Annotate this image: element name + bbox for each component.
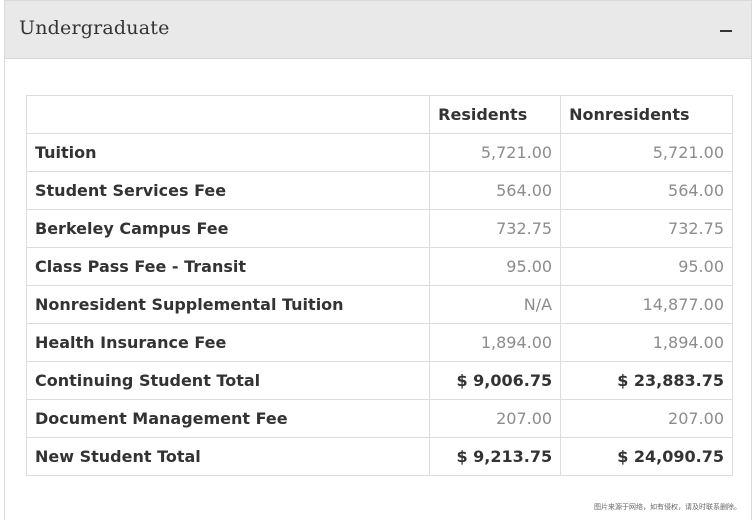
residents-amount: $ 9,213.75 <box>429 437 562 476</box>
nonresidents-amount: 14,877.00 <box>560 285 733 324</box>
watermark-text: 图片来源于网络，如有侵权，请及时联系删除。 <box>594 503 741 511</box>
fee-label: Document Management Fee <box>25 399 431 438</box>
residents-amount: 5,721.00 <box>429 133 562 172</box>
fee-label: New Student Total <box>25 437 431 476</box>
fee-label: Berkeley Campus Fee <box>25 209 431 248</box>
fees-table: Residents Nonresidents Tuition 5,721.00 5,… <box>25 95 733 476</box>
residents-amount: 1,894.00 <box>429 323 562 362</box>
panel-header[interactable]: Undergraduate <box>5 1 751 59</box>
nonresidents-amount: $ 23,883.75 <box>560 361 733 400</box>
table-row: Document Management Fee 207.00 207.00 <box>25 399 733 438</box>
panel-title: Undergraduate <box>19 17 170 39</box>
fee-rows: Tuition 5,721.00 5,721.00 Student Services … <box>25 133 733 476</box>
nonresidents-amount: 5,721.00 <box>560 133 733 172</box>
fee-label: Tuition <box>25 133 431 172</box>
table-row: Nonresident Supplemental Tuition N/A 14,87… <box>25 285 733 324</box>
table-row: Health Insurance Fee 1,894.00 1,894.00 <box>25 323 733 362</box>
fee-label: Student Services Fee <box>25 171 431 210</box>
residents-amount: 95.00 <box>429 247 562 286</box>
minus-icon-bar <box>720 30 732 32</box>
residents-amount: N/A <box>429 285 562 324</box>
table-row: Continuing Student Total $ 9,006.75 $ 23,8… <box>25 361 733 400</box>
table-row: Student Services Fee 564.00 564.00 <box>25 171 733 210</box>
table-row: Class Pass Fee - Transit 95.00 95.00 <box>25 247 733 286</box>
fee-label: Nonresident Supplemental Tuition <box>25 285 431 324</box>
header-residents: Residents <box>429 95 562 134</box>
nonresidents-amount: 95.00 <box>560 247 733 286</box>
fee-label: Class Pass Fee - Transit <box>25 247 431 286</box>
table-header-row: Residents Nonresidents <box>25 95 733 134</box>
table-row: Tuition 5,721.00 5,721.00 <box>25 133 733 172</box>
table-row: Berkeley Campus Fee 732.75 732.75 <box>25 209 733 248</box>
header-nonresidents: Nonresidents <box>560 95 733 134</box>
residents-amount: 207.00 <box>429 399 562 438</box>
undergraduate-panel: Undergraduate Residents Nonresidents Tui… <box>4 0 752 520</box>
header-label-column <box>25 95 431 134</box>
minus-icon[interactable] <box>717 17 737 41</box>
fee-label: Health Insurance Fee <box>25 323 431 362</box>
residents-amount: 732.75 <box>429 209 562 248</box>
fee-label: Continuing Student Total <box>25 361 431 400</box>
page: Undergraduate Residents Nonresidents Tui… <box>0 0 756 520</box>
nonresidents-amount: 1,894.00 <box>560 323 733 362</box>
nonresidents-amount: 732.75 <box>560 209 733 248</box>
nonresidents-amount: 564.00 <box>560 171 733 210</box>
residents-amount: 564.00 <box>429 171 562 210</box>
nonresidents-amount: $ 24,090.75 <box>560 437 733 476</box>
residents-amount: $ 9,006.75 <box>429 361 562 400</box>
table-row: New Student Total $ 9,213.75 $ 24,090.75 <box>25 437 733 476</box>
nonresidents-amount: 207.00 <box>560 399 733 438</box>
